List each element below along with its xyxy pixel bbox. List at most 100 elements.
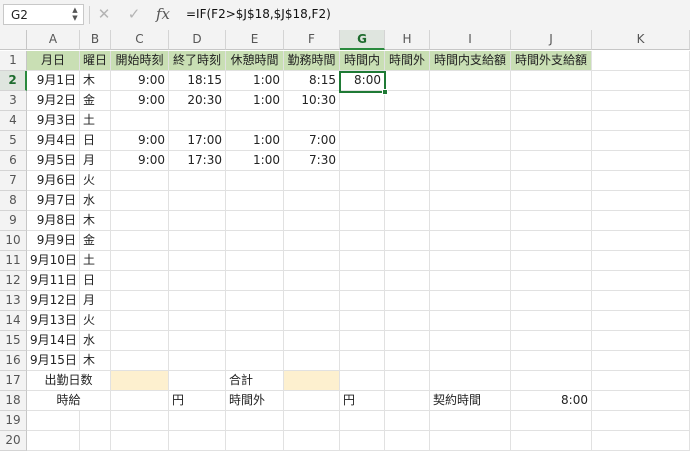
column-title-3[interactable]: 開始時刻 [111,51,169,71]
cell-a7[interactable]: 9月6日 [27,171,80,191]
cell-f18[interactable] [284,391,340,411]
row-header-14[interactable]: 14 [0,311,27,331]
cell-d10[interactable] [169,231,226,251]
cell-h5[interactable] [385,131,430,151]
cell-h19[interactable] [385,411,430,431]
cell-c2[interactable]: 9:00 [111,71,169,91]
cell-i10[interactable] [430,231,511,251]
cell-k5[interactable] [592,131,690,151]
cell-e3[interactable]: 1:00 [226,91,284,111]
cell-f2[interactable]: 8:15 [284,71,340,91]
column-title-1[interactable]: 月日 [27,51,80,71]
cell-b4[interactable]: 土 [80,111,111,131]
cell-f14[interactable] [284,311,340,331]
cell-f9[interactable] [284,211,340,231]
cell-g2[interactable]: 8:00 [340,71,385,91]
column-header-c[interactable]: C [111,30,169,50]
cancel-icon[interactable]: ✕ [94,5,114,23]
cell-d3[interactable]: 20:30 [169,91,226,111]
cell-h3[interactable] [385,91,430,111]
cell-k15[interactable] [592,331,690,351]
cell-c5[interactable]: 9:00 [111,131,169,151]
cell-a6[interactable]: 9月5日 [27,151,80,171]
cell-c14[interactable] [111,311,169,331]
cell-c20[interactable] [111,431,169,451]
cell-g11[interactable] [340,251,385,271]
cell-j5[interactable] [511,131,592,151]
confirm-icon[interactable]: ✓ [124,5,144,23]
cell-c7[interactable] [111,171,169,191]
cell-j8[interactable] [511,191,592,211]
cell-d12[interactable] [169,271,226,291]
cell-b5[interactable]: 日 [80,131,111,151]
cell-h12[interactable] [385,271,430,291]
cell-e2[interactable]: 1:00 [226,71,284,91]
cell-d7[interactable] [169,171,226,191]
cell-h7[interactable] [385,171,430,191]
cell-j11[interactable] [511,251,592,271]
cell-b13[interactable]: 月 [80,291,111,311]
cell-e16[interactable] [226,351,284,371]
cell-c6[interactable]: 9:00 [111,151,169,171]
cell-a13[interactable]: 9月12日 [27,291,80,311]
row-header-16[interactable]: 16 [0,351,27,371]
row-header-19[interactable]: 19 [0,411,27,431]
cell-k4[interactable] [592,111,690,131]
contract-hours-value[interactable]: 8:00 [511,391,592,411]
cell-e19[interactable] [226,411,284,431]
name-box-dropdown-icon[interactable]: ▲ ▼ [71,6,79,22]
cell-k13[interactable] [592,291,690,311]
cell-a15[interactable]: 9月14日 [27,331,80,351]
cell-d11[interactable] [169,251,226,271]
cell-b15[interactable]: 水 [80,331,111,351]
cell-b10[interactable]: 金 [80,231,111,251]
cell-f11[interactable] [284,251,340,271]
cell-b8[interactable]: 水 [80,191,111,211]
cell-b3[interactable]: 金 [80,91,111,111]
cell-f3[interactable]: 10:30 [284,91,340,111]
cell-f13[interactable] [284,291,340,311]
cell-h11[interactable] [385,251,430,271]
cell-i11[interactable] [430,251,511,271]
cell-e20[interactable] [226,431,284,451]
total-label[interactable]: 合計 [226,371,284,391]
cell-d15[interactable] [169,331,226,351]
cell-d19[interactable] [169,411,226,431]
column-title-2[interactable]: 曜日 [80,51,111,71]
cell-j15[interactable] [511,331,592,351]
column-title-10[interactable]: 時間外支給額 [511,51,592,71]
yen-unit-label-1[interactable]: 円 [169,391,226,411]
cell-k12[interactable] [592,271,690,291]
cell-e6[interactable]: 1:00 [226,151,284,171]
cell-d14[interactable] [169,311,226,331]
cell-g19[interactable] [340,411,385,431]
cell-g12[interactable] [340,271,385,291]
cell-k18[interactable] [592,391,690,411]
cell-d9[interactable] [169,211,226,231]
cell-a12[interactable]: 9月11日 [27,271,80,291]
cell-g10[interactable] [340,231,385,251]
cell-f12[interactable] [284,271,340,291]
cell-j10[interactable] [511,231,592,251]
cell-k20[interactable] [592,431,690,451]
cell-a5[interactable]: 9月4日 [27,131,80,151]
cell-d2[interactable]: 18:15 [169,71,226,91]
column-header-j[interactable]: J [511,30,592,50]
cell-i20[interactable] [430,431,511,451]
column-header-e[interactable]: E [226,30,284,50]
cell-f15[interactable] [284,331,340,351]
cell-h8[interactable] [385,191,430,211]
cell-e7[interactable] [226,171,284,191]
row-header-5[interactable]: 5 [0,131,27,151]
contract-hours-label[interactable]: 契約時間 [430,391,511,411]
cell-g17[interactable] [340,371,385,391]
cell-g5[interactable] [340,131,385,151]
cell-k7[interactable] [592,171,690,191]
cell-d6[interactable]: 17:30 [169,151,226,171]
column-title-7[interactable]: 時間内 [340,51,385,71]
cell-j9[interactable] [511,211,592,231]
column-header-a[interactable]: A [27,30,80,50]
cell-f5[interactable]: 7:00 [284,131,340,151]
cell-d4[interactable] [169,111,226,131]
cell-b16[interactable]: 木 [80,351,111,371]
